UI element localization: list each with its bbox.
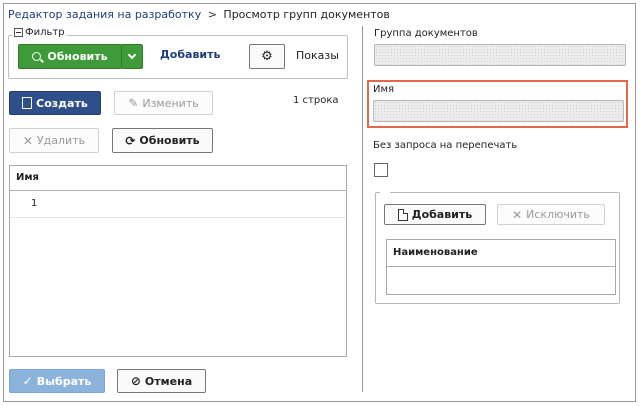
- cancel-label: Отмена: [144, 374, 193, 388]
- settings-button[interactable]: ⚙: [249, 44, 285, 69]
- column-header-title[interactable]: Наименование: [387, 240, 615, 267]
- add-document-button[interactable]: Добавить: [384, 204, 486, 225]
- delete-button[interactable]: ✕ Удалить: [9, 128, 99, 153]
- show-label[interactable]: Показы: [296, 49, 339, 62]
- filter-legend[interactable]: Фильтр: [12, 27, 67, 38]
- select-button[interactable]: ✓ Выбрать: [9, 369, 105, 393]
- breadcrumb: Редактор задания на разработку > Просмот…: [8, 8, 390, 21]
- check-icon: ✓: [22, 374, 33, 388]
- table-row[interactable]: 1: [10, 191, 346, 218]
- name-input[interactable]: [373, 100, 624, 122]
- table-cell-name: 1: [31, 198, 38, 209]
- new-document-icon: [22, 97, 33, 109]
- group-box-legend: [380, 189, 390, 195]
- name-label: Имя: [373, 84, 395, 95]
- group-label: Группа документов: [374, 28, 478, 39]
- delete-label: Удалить: [36, 134, 86, 147]
- chevron-down-icon: [127, 50, 137, 60]
- search-icon: [32, 52, 42, 61]
- no-reprint-checkbox[interactable]: [374, 163, 388, 177]
- gear-icon: ⚙: [261, 49, 273, 64]
- exclude-document-label: Исключить: [526, 208, 590, 221]
- panel-divider: [362, 26, 363, 392]
- breadcrumb-current: Просмотр групп документов: [223, 8, 390, 21]
- breadcrumb-link[interactable]: Редактор задания на разработку: [8, 8, 201, 21]
- refresh-label: Обновить: [139, 134, 200, 147]
- close-icon: ✕: [512, 207, 523, 222]
- documents-table: Наименование: [386, 239, 616, 295]
- refresh-button[interactable]: ⟳ Обновить: [112, 128, 213, 153]
- cancel-button[interactable]: ⊘ Отмена: [117, 369, 206, 393]
- pencil-icon: ✎: [128, 96, 139, 110]
- cancel-icon: ⊘: [130, 374, 141, 388]
- filter-refresh-label: Обновить: [47, 50, 108, 63]
- group-input[interactable]: [374, 44, 626, 66]
- refresh-icon: ⟳: [125, 133, 136, 148]
- close-icon: ✕: [22, 133, 33, 148]
- edit-button[interactable]: ✎ Изменить: [114, 91, 213, 115]
- create-button[interactable]: Создать: [9, 91, 101, 115]
- filter-refresh-dropdown-button[interactable]: [121, 44, 143, 69]
- row-count: 1 строка: [293, 95, 339, 106]
- filter-legend-label: Фильтр: [25, 27, 65, 38]
- filter-refresh-button[interactable]: Обновить: [18, 44, 122, 69]
- edit-label: Изменить: [142, 96, 199, 110]
- groups-table: Имя 1: [9, 165, 347, 357]
- column-header-name[interactable]: Имя: [10, 166, 346, 191]
- filter-add-link[interactable]: Добавить: [160, 48, 220, 61]
- breadcrumb-separator: >: [207, 8, 217, 21]
- no-reprint-label: Без запроса на перепечать: [373, 140, 518, 151]
- create-label: Создать: [36, 96, 88, 110]
- exclude-document-button[interactable]: ✕ Исключить: [497, 204, 605, 225]
- add-document-label: Добавить: [411, 208, 473, 221]
- select-label: Выбрать: [36, 374, 92, 388]
- new-document-icon: [397, 208, 408, 221]
- collapse-icon[interactable]: [14, 28, 23, 37]
